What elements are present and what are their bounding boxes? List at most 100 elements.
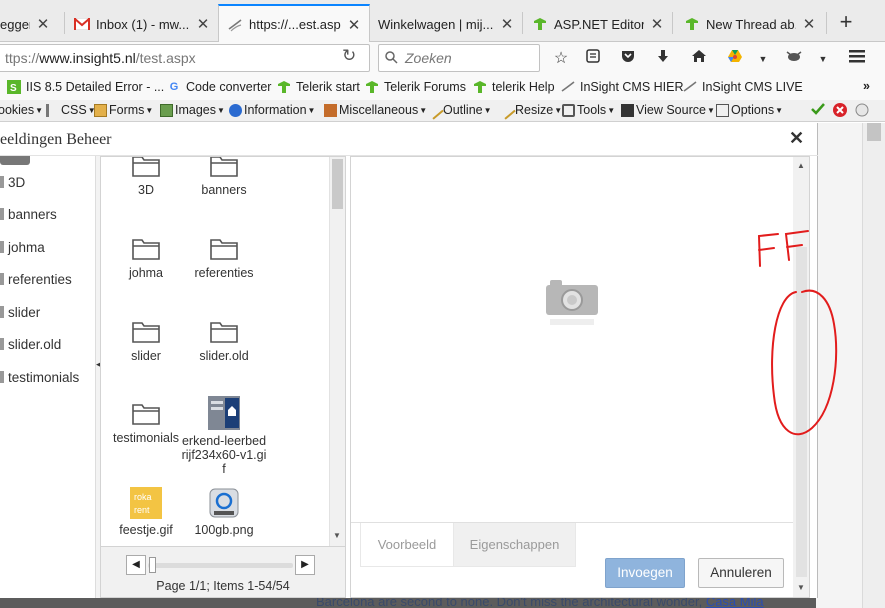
preview-scrollbar[interactable]: ▲ ▼ xyxy=(793,157,809,597)
insert-button[interactable]: Invoegen xyxy=(605,558,685,588)
close-icon[interactable]: ✕ xyxy=(650,15,664,33)
tree-item[interactable]: banners xyxy=(0,204,57,224)
grid-item-folder[interactable]: testimonials xyxy=(103,401,189,445)
outline-pencil-icon xyxy=(425,100,444,120)
grid-scroll-thumb[interactable] xyxy=(332,159,343,209)
devtool-resize[interactable]: Resize ▼ xyxy=(497,100,562,120)
page-scrollbar[interactable] xyxy=(862,123,885,608)
bookmark-label: InSight CMS HIER xyxy=(580,80,684,94)
devtool-view-source[interactable]: View Source ▼ xyxy=(621,103,715,117)
grid-item-folder[interactable]: 3D xyxy=(103,157,189,197)
devtool-miscellaneous[interactable]: Miscellaneous ▼ xyxy=(324,103,427,117)
close-icon[interactable]: ✕ xyxy=(789,128,804,149)
bookmarks-overflow-icon[interactable]: » xyxy=(863,79,870,93)
cancel-button[interactable]: Annuleren xyxy=(698,558,784,588)
reload-icon[interactable]: ↻ xyxy=(342,46,356,66)
devtool-outline[interactable]: Outline ▼ xyxy=(425,100,492,120)
chevron-down-icon[interactable]: ▼ xyxy=(797,583,805,592)
devtool-tools[interactable]: Tools ▼ xyxy=(562,103,615,117)
valid-check-icon[interactable] xyxy=(811,103,825,115)
reading-list-icon[interactable] xyxy=(582,48,604,70)
bookmark-star-icon[interactable]: ☆ xyxy=(550,48,572,70)
tree-item[interactable]: 3D xyxy=(0,172,25,192)
tab-new-thread[interactable]: New Thread ab... ✕ xyxy=(676,6,824,42)
tree-item[interactable]: testimonials xyxy=(0,367,79,387)
devtool-label: Tools xyxy=(577,103,607,117)
chevron-down-icon[interactable]: ▼ xyxy=(752,48,774,70)
tab-winkelwagen[interactable]: Winkelwagen | mij... ✕ xyxy=(370,6,522,42)
devtool-forms[interactable]: Forms ▼ xyxy=(94,103,153,117)
download-icon[interactable] xyxy=(652,48,674,70)
grid-item-image[interactable]: roka rent feestje.gif xyxy=(103,487,189,537)
tree-item[interactable]: referenties xyxy=(0,269,72,289)
bookmark-code-converter[interactable]: G Code converter xyxy=(166,79,272,95)
preview-scroll-thumb[interactable] xyxy=(796,247,807,577)
grid-item-image[interactable]: 100gb.png xyxy=(181,487,267,537)
grid-item-folder[interactable]: slider.old xyxy=(181,319,267,363)
tree-item[interactable]: johma xyxy=(0,237,45,257)
close-icon[interactable]: ✕ xyxy=(802,15,816,33)
tree-item-label: testimonials xyxy=(8,369,80,385)
bookmark-telerik-forums[interactable]: Telerik Forums xyxy=(364,79,466,95)
close-icon[interactable]: ✕ xyxy=(500,15,514,33)
grid-scrollbar[interactable]: ▼ xyxy=(329,157,345,546)
bookmark-insight-cms-live[interactable]: InSight CMS LIVE xyxy=(682,79,803,95)
tools-icon xyxy=(562,103,575,117)
grid-item-folder[interactable]: slider xyxy=(103,319,189,363)
tab-aspnet-editor[interactable]: ASP.NET Editor... ✕ xyxy=(524,6,672,42)
grid-item-folder[interactable]: johma xyxy=(103,236,189,280)
search-input[interactable]: Zoeken xyxy=(378,44,540,72)
hamburger-menu-icon[interactable] xyxy=(846,48,868,70)
bookmark-label: IIS 8.5 Detailed Error - ... xyxy=(26,80,165,94)
css-icon xyxy=(46,103,59,117)
grid-item-folder[interactable]: referenties xyxy=(181,236,267,280)
tree-item[interactable]: slider xyxy=(0,302,40,322)
page-scroll-thumb[interactable] xyxy=(867,123,881,141)
chevron-up-icon[interactable]: ▲ xyxy=(797,161,805,170)
devtool-information[interactable]: Information ▼ xyxy=(229,103,315,117)
close-icon[interactable]: ✕ xyxy=(36,15,50,33)
firebug-icon[interactable] xyxy=(783,48,805,70)
scroll-left-button[interactable]: ◀ xyxy=(126,555,146,575)
pager-slider-thumb[interactable] xyxy=(149,557,156,573)
home-icon[interactable] xyxy=(688,48,710,70)
devtool-css[interactable]: CSS ▼ xyxy=(46,103,96,117)
devtool-images[interactable]: Images ▼ xyxy=(160,103,225,117)
devtool-cookies[interactable]: ookies ▼ xyxy=(0,103,43,117)
address-bar[interactable]: ttps://www.insight5.nl/test.aspx xyxy=(0,44,370,72)
bookmark-iis-error[interactable]: S IIS 8.5 Detailed Error - ... xyxy=(6,79,164,95)
extension-drive-icon[interactable] xyxy=(724,48,746,70)
status-circle-icon[interactable] xyxy=(855,103,869,117)
chevron-down-icon[interactable]: ▼ xyxy=(812,48,834,70)
bookmarks-bar: S IIS 8.5 Detailed Error - ... G Code co… xyxy=(0,74,885,100)
scroll-right-button[interactable]: ▶ xyxy=(295,555,315,575)
tab-voorbeeld[interactable]: Voorbeeld xyxy=(360,523,454,567)
close-icon[interactable]: ✕ xyxy=(347,16,361,34)
tab-active-test[interactable]: https://...est.aspx ✕ xyxy=(218,4,370,43)
tab-eigenschappen[interactable]: Eigenschappen xyxy=(454,523,576,567)
bookmark-label: Code converter xyxy=(186,80,272,94)
tree-root-node[interactable] xyxy=(0,156,30,165)
pager-slider-track[interactable] xyxy=(148,563,293,568)
grid-item-image[interactable]: erkend-leerbedrijf234x60-v1.gif xyxy=(181,396,267,476)
bookmark-insight-cms-hier[interactable]: InSight CMS HIER xyxy=(560,79,684,95)
page-icon xyxy=(227,17,243,33)
grid-item-label: feestje.gif xyxy=(119,523,173,537)
tree-item-label: 3D xyxy=(8,174,26,190)
pocket-icon[interactable] xyxy=(617,48,639,70)
page-icon xyxy=(682,79,698,95)
telerik-icon xyxy=(276,79,292,95)
tab-inbox[interactable]: Inbox (1) - mw... ✕ xyxy=(66,6,218,42)
devtool-options[interactable]: Options ▼ xyxy=(716,103,783,117)
new-tab-button[interactable]: + xyxy=(833,8,859,36)
nav-bar: ttps://www.insight5.nl/test.aspx ↻ Zoeke… xyxy=(0,42,885,74)
tab-title: Winkelwagen | mij... xyxy=(378,16,494,32)
bookmark-telerik-help[interactable]: telerik Help xyxy=(472,79,555,95)
grid-item-folder[interactable]: banners xyxy=(181,157,267,197)
bookmark-telerik-start[interactable]: Telerik start xyxy=(276,79,360,95)
close-icon[interactable]: ✕ xyxy=(196,15,210,33)
tab-egger[interactable]: egger ✕ xyxy=(0,6,58,42)
chevron-down-icon[interactable]: ▼ xyxy=(333,531,341,540)
tree-item[interactable]: slider.old xyxy=(0,334,61,354)
error-icon[interactable] xyxy=(833,103,847,117)
